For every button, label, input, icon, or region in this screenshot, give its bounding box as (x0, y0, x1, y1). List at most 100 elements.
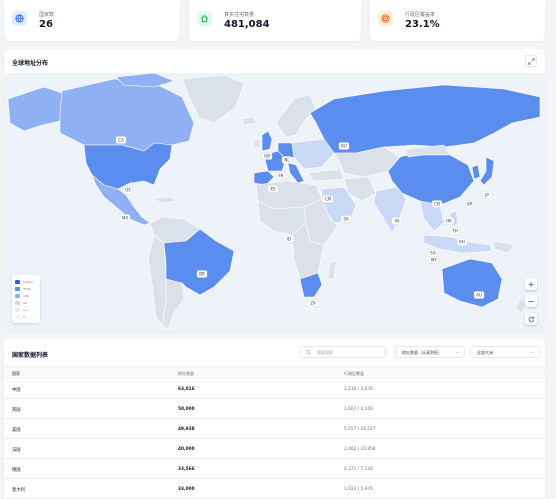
search-input[interactable]: 搜索国家 (300, 346, 386, 358)
country-code-label: CN (325, 197, 331, 202)
country-marker-au[interactable]: AU (473, 291, 485, 299)
country-code-label: JP (484, 193, 489, 198)
cell-country: 德国 (12, 468, 21, 473)
chevron-down-icon: ⌄ (530, 349, 534, 354)
country-marker-sg[interactable]: SG (427, 249, 439, 257)
cell-country: 法国 (12, 448, 21, 453)
world-map[interactable]: CA US MX BR GB NL FR ES RU CN SA IN CN KR JP HK TH PH SG MY… (4, 73, 545, 331)
expand-button[interactable] (525, 55, 537, 67)
filter-label: 全部大洲 (477, 350, 493, 355)
country-code-label: AU (476, 293, 482, 298)
country-marker-ph[interactable]: PH (456, 238, 468, 246)
legend-label: 10K (23, 293, 29, 298)
country-marker-in[interactable]: IN (391, 217, 403, 225)
zoom-out-button[interactable]: − (525, 295, 537, 307)
country-code-label: ZA (310, 301, 316, 306)
country-code-label: HK (446, 219, 452, 224)
cell-country: 美国 (12, 428, 21, 433)
map-title: 全球地址分布 (12, 60, 49, 67)
legend-label: 500K+ (23, 279, 34, 284)
country-code-label: US (125, 188, 131, 193)
cell-coverage: 1,922 / 5,970 (344, 487, 373, 492)
table-row[interactable]: 美国 49,938 5,557 / 16,527 (4, 419, 545, 439)
minus-icon: − (527, 296, 535, 306)
table-row[interactable]: 德国 33,566 4,371 / 7,120 (4, 459, 545, 479)
stat-value: 481,084 (224, 19, 270, 30)
column-header-coverage: 行政区覆盖 (344, 371, 364, 376)
stat-label: 行政区覆盖率 (405, 12, 436, 18)
country-marker-th[interactable]: TH (449, 227, 461, 235)
reset-view-button[interactable] (525, 313, 537, 325)
country-code-label: ID (287, 237, 291, 242)
country-table-card: 国家数据列表 搜索国家 地址数量（从高到低） ⌄ 全部大洲 ⌄ 国家 地址数量 … (4, 339, 545, 499)
country-code-label: SG (430, 251, 436, 256)
map-legend: 500K+ 300K 10K 1K 1+ 0 (12, 275, 40, 323)
target-icon (378, 11, 393, 26)
country-marker-es[interactable]: ES (267, 185, 279, 193)
sort-label: 地址数量（从高到低） (402, 350, 442, 355)
cell-count: 33,000 (178, 487, 195, 492)
country-code-label: RU (341, 144, 347, 149)
legend-label: 1+ (23, 307, 28, 312)
cell-count: 40,000 (178, 447, 195, 452)
country-marker-gb[interactable]: GB (261, 152, 273, 160)
country-marker-nl[interactable]: NL (281, 156, 293, 164)
country-code-label: TH (451, 229, 457, 234)
country-code-label: NL (284, 158, 290, 163)
cell-count: 50,000 (178, 407, 195, 412)
column-header-count: 地址数量 (178, 371, 194, 376)
cell-country: 中国 (12, 388, 21, 393)
country-code-label: ES (270, 187, 276, 192)
home-icon (197, 11, 212, 26)
table-header: 国家 地址数量 行政区覆盖 (4, 366, 545, 379)
stat-value: 26 (39, 19, 53, 30)
legend-label: 0 (23, 314, 25, 319)
stat-card-countries: 国家数 26 (4, 0, 180, 41)
stat-card-residences: 真实住宅数量 481,084 (189, 0, 361, 41)
legend-label: 300K (23, 286, 31, 291)
cell-coverage: 1,607 / 4,100 (344, 407, 373, 412)
table-row[interactable]: 中国 63,016 2,210 / 3,676 (4, 379, 545, 399)
country-marker-ru[interactable]: RU (338, 142, 350, 150)
cell-coverage: 2,210 / 3,676 (344, 387, 373, 392)
country-code-label: GB (264, 154, 270, 159)
country-code-label: MY (431, 258, 437, 263)
country-code-label: SA (343, 217, 349, 222)
expand-icon (527, 57, 535, 65)
country-marker-fr[interactable]: FR (275, 172, 287, 180)
country-marker-za[interactable]: ZA (307, 299, 319, 307)
country-marker-kr[interactable]: KR (464, 200, 476, 208)
country-code-label: PH (459, 240, 464, 245)
country-marker-br[interactable]: BR (196, 270, 208, 278)
country-code-label: IN (395, 219, 399, 224)
country-marker-id[interactable]: ID (283, 235, 295, 243)
country-marker-us[interactable]: US (122, 186, 134, 194)
table-title: 国家数据列表 (12, 352, 49, 359)
cell-coverage: 4,371 / 7,120 (344, 467, 373, 472)
cell-coverage: 5,557 / 16,527 (344, 427, 376, 432)
country-code-label: MX (122, 216, 128, 221)
sort-select[interactable]: 地址数量（从高到低） ⌄ (395, 346, 465, 358)
table-row[interactable]: 英国 50,000 1,607 / 4,100 (4, 399, 545, 419)
country-marker-jp[interactable]: JP (481, 191, 493, 199)
country-code-label: BR (199, 272, 205, 277)
cell-count: 49,938 (178, 427, 195, 432)
country-code-label: KR (467, 202, 473, 207)
country-marker-hk[interactable]: HK (443, 217, 455, 225)
search-placeholder: 搜索国家 (317, 350, 333, 355)
country-marker-mx[interactable]: MX (119, 214, 131, 222)
cell-count: 63,016 (178, 387, 195, 392)
table-row[interactable]: 意大利 33,000 1,922 / 5,970 (4, 479, 545, 499)
country-marker-sa[interactable]: SA (340, 215, 352, 223)
table-row[interactable]: 法国 40,000 2,462 / 10,858 (4, 439, 545, 459)
stat-label: 国家数 (39, 12, 55, 18)
plus-icon: + (527, 279, 535, 289)
country-marker-cn[interactable]: CN (322, 195, 334, 203)
country-marker-cn[interactable]: CN (431, 200, 443, 208)
zoom-in-button[interactable]: + (525, 278, 537, 290)
country-marker-my[interactable]: MY (428, 256, 440, 264)
country-code-label: FR (278, 174, 283, 179)
continent-select[interactable]: 全部大洲 ⌄ (470, 346, 540, 358)
globe-icon (12, 11, 27, 26)
country-marker-ca[interactable]: CA (115, 136, 127, 144)
